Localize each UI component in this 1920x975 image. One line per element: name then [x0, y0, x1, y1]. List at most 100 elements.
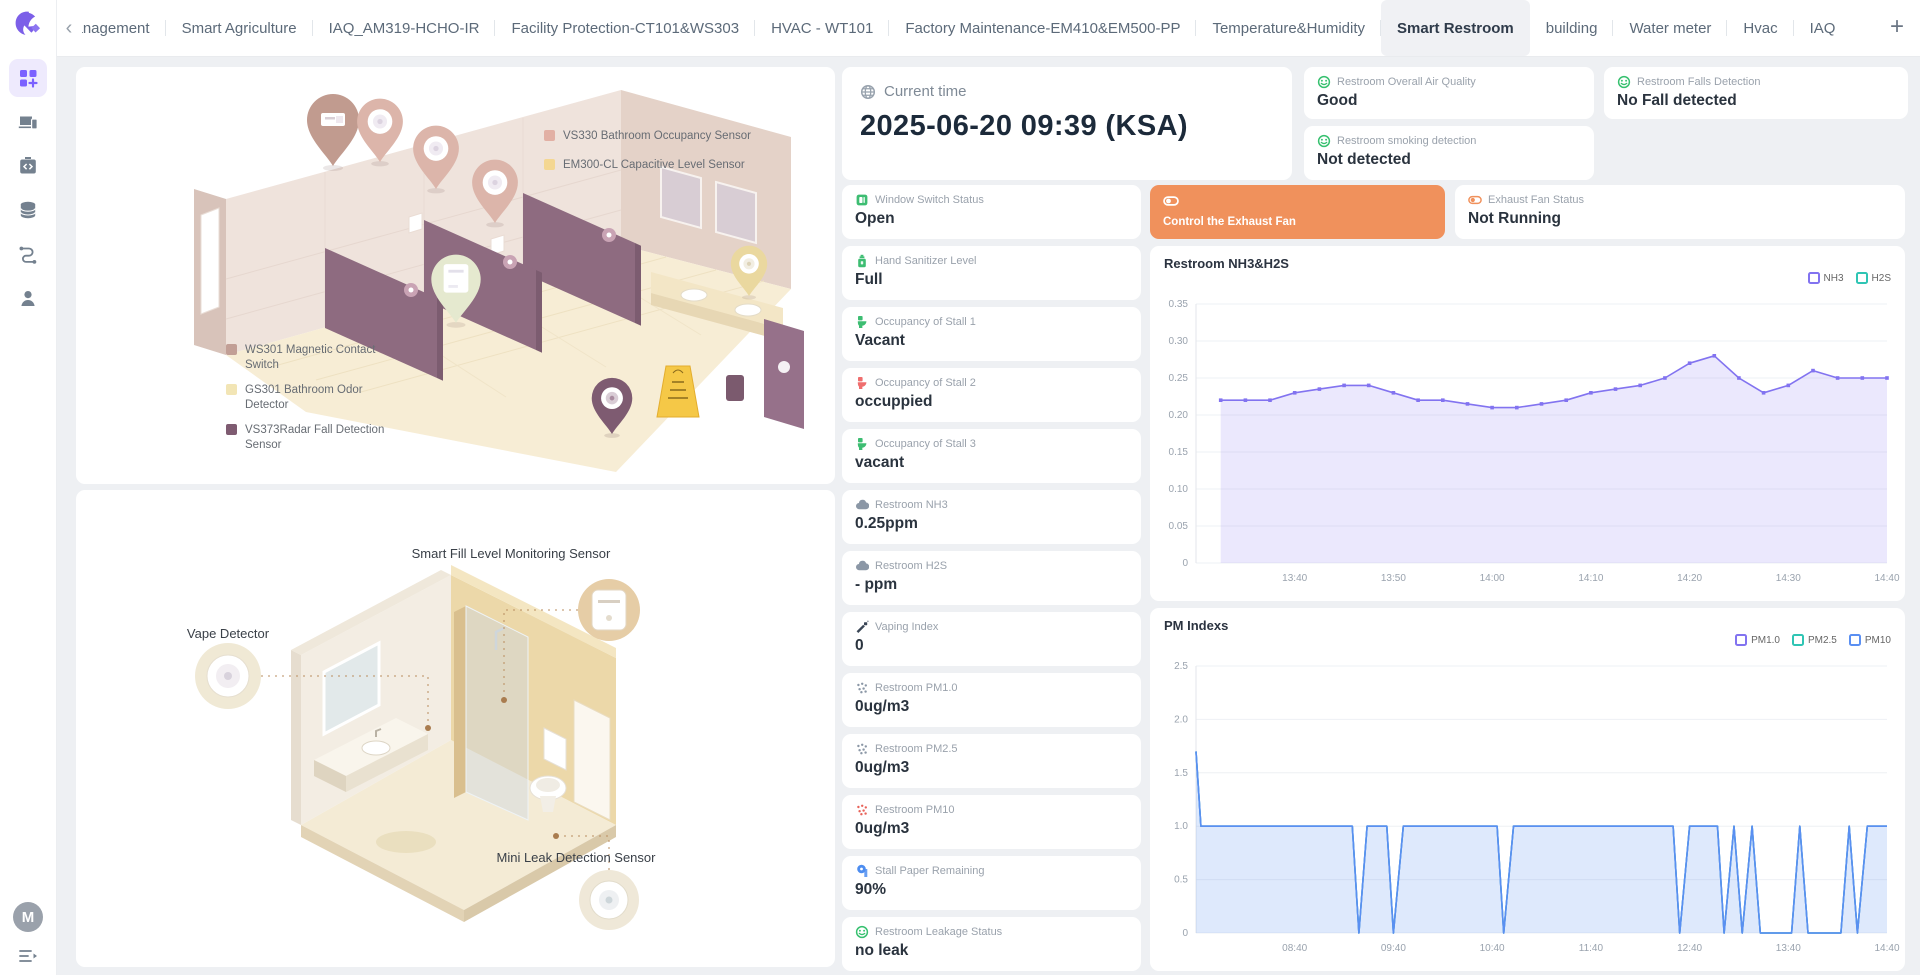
stall-detail-illustration — [76, 490, 835, 967]
svg-text:0.05: 0.05 — [1169, 521, 1189, 532]
pm-icon — [855, 803, 869, 817]
tab-management[interactable]: Management — [82, 0, 166, 56]
sidebar-item-devices[interactable] — [9, 103, 47, 141]
smart-restroom-dashboard: M ‹ Management Smart Agriculture IAQ_AM3… — [0, 0, 1920, 975]
smiley-icon — [1317, 134, 1331, 148]
svg-text:13:50: 13:50 — [1381, 573, 1406, 584]
svg-text:09:40: 09:40 — [1381, 943, 1406, 954]
svg-text:1.5: 1.5 — [1174, 768, 1188, 779]
svg-text:0: 0 — [1182, 928, 1188, 939]
pm-icon — [855, 742, 869, 756]
svg-text:2.5: 2.5 — [1174, 661, 1188, 672]
status-card-window-switch-status: Window Switch Status Open — [842, 185, 1141, 239]
toilet-icon — [855, 376, 869, 390]
tab-temperature-humidity[interactable]: Temperature&Humidity — [1196, 0, 1381, 56]
legend-marker — [1856, 272, 1868, 284]
tab-smart-agriculture[interactable]: Smart Agriculture — [166, 0, 313, 56]
chart-title: Restroom NH3&H2S — [1164, 256, 1289, 271]
stall-detail-panel: Smart Fill Level Monitoring Sensor Vape … — [76, 490, 835, 967]
legend-marker — [1849, 634, 1861, 646]
tabs-scroll-left-button[interactable]: ‹ — [56, 0, 82, 56]
current-time-card: Current time 2025-06-20 09:39 (KSA) — [842, 67, 1292, 180]
legend-swatch — [544, 159, 555, 170]
collapse-sidebar-icon[interactable] — [17, 945, 39, 967]
status-card-occupancy-of-stall-1: Occupancy of Stall 1 Vacant — [842, 307, 1141, 361]
svg-text:08:40: 08:40 — [1282, 943, 1307, 954]
globe-icon — [860, 84, 876, 100]
tab-hvac[interactable]: Hvac — [1727, 0, 1793, 56]
sidebar-nav — [9, 56, 47, 320]
sidebar: M — [0, 0, 57, 975]
toilet-icon — [855, 315, 869, 329]
current-time-header: Current time — [860, 83, 1274, 100]
fill-level-sensor-label: Smart Fill Level Monitoring Sensor — [361, 546, 661, 561]
status-card-vaping-index: Vaping Index 0 — [842, 612, 1141, 666]
user-icon — [17, 287, 39, 309]
magnetic-contact-pin — [307, 94, 359, 171]
toggle-icon — [1468, 193, 1482, 207]
tab-facility-protection-ct101-ws303[interactable]: Facility Protection-CT101&WS303 — [495, 0, 755, 56]
chart-legend: NH3 H2S — [1808, 272, 1891, 284]
legend-item-nh3[interactable]: NH3 — [1808, 272, 1844, 284]
app-logo[interactable] — [11, 8, 45, 42]
sidebar-item-data[interactable] — [9, 191, 47, 229]
svg-text:2.0: 2.0 — [1174, 714, 1188, 725]
svg-text:0.20: 0.20 — [1169, 410, 1189, 421]
content: VS330 Bathroom Occupancy Sensor EM300-CL… — [56, 56, 1920, 975]
dashboard-grid-icon — [17, 67, 39, 89]
smiley-icon — [855, 925, 869, 939]
falls-detection-value: No Fall detected — [1617, 92, 1895, 110]
tab-building[interactable]: building — [1530, 0, 1614, 56]
legend-em300-cl-capacitive-level-sensor: EM300-CL Capacitive Level Sensor — [544, 158, 751, 173]
vape-detector-label: Vape Detector — [158, 626, 298, 641]
svg-text:14:00: 14:00 — [1480, 573, 1505, 584]
legend-marker — [1792, 634, 1804, 646]
sidebar-item-applications[interactable] — [9, 147, 47, 185]
tab-iaq[interactable]: IAQ — [1794, 0, 1852, 56]
legend-item-h2s[interactable]: H2S — [1856, 272, 1891, 284]
legend-item-pm2-5[interactable]: PM2.5 — [1792, 634, 1837, 646]
sidebar-item-users[interactable] — [9, 279, 47, 317]
sensor-legend-bottom: WS301 Magnetic Contact Switch GS301 Bath… — [226, 343, 386, 453]
status-card-hand-sanitizer-level: Hand Sanitizer Level Full — [842, 246, 1141, 300]
svg-text:0.30: 0.30 — [1169, 336, 1189, 347]
add-dashboard-button[interactable]: + — [1874, 0, 1920, 56]
status-card-stall-paper-remaining: Stall Paper Remaining 90% — [842, 856, 1141, 910]
legend-item-pm1-0[interactable]: PM1.0 — [1735, 634, 1780, 646]
smiley-icon — [1617, 75, 1631, 89]
legend-item-pm10[interactable]: PM10 — [1849, 634, 1891, 646]
legend-swatch — [226, 384, 237, 395]
control-exhaust-fan-button[interactable]: Control the Exhaust Fan — [1150, 185, 1445, 239]
legend-ws301-magnetic-contact-switch: WS301 Magnetic Contact Switch — [226, 343, 386, 373]
svg-text:14:40: 14:40 — [1874, 573, 1899, 584]
svg-text:0: 0 — [1182, 558, 1188, 569]
legend-gs301-bathroom-odor-detector: GS301 Bathroom Odor Detector — [226, 383, 386, 413]
svg-text:0.5: 0.5 — [1174, 875, 1188, 886]
sidebar-bottom: M — [0, 902, 56, 967]
sidebar-item-workflow[interactable] — [9, 235, 47, 273]
tab-water-meter[interactable]: Water meter — [1613, 0, 1727, 56]
chart-legend: PM1.0 PM2.5 PM10 — [1735, 634, 1891, 646]
tab-iaq-am319-hcho-ir[interactable]: IAQ_AM319-HCHO-IR — [313, 0, 496, 56]
toggle-icon — [1163, 193, 1179, 209]
sidebar-item-dashboard[interactable] — [9, 59, 47, 97]
svg-text:10:40: 10:40 — [1480, 943, 1505, 954]
status-card-occupancy-of-stall-2: Occupancy of Stall 2 occuppied — [842, 368, 1141, 422]
legend-vs330-bathroom-occupancy-sensor: VS330 Bathroom Occupancy Sensor — [544, 129, 751, 144]
tab-factory-maintenance-em410-em500-pp[interactable]: Factory Maintenance-EM410&EM500-PP — [889, 0, 1196, 56]
svg-text:0.35: 0.35 — [1169, 299, 1189, 310]
tab-hvac-wt101[interactable]: HVAC - WT101 — [755, 0, 889, 56]
nh3-h2s-plot: 00.050.100.150.200.250.300.3513:4013:501… — [1150, 290, 1905, 597]
svg-text:14:40: 14:40 — [1874, 943, 1899, 954]
nh3-h2s-chart-card: Restroom NH3&H2S NH3H2S 00.050.100.150.2… — [1150, 246, 1905, 601]
code-box-icon — [17, 155, 39, 177]
tab-smart-restroom[interactable]: Smart Restroom — [1381, 0, 1530, 56]
restroom-overview-panel: VS330 Bathroom Occupancy Sensor EM300-CL… — [76, 67, 835, 484]
status-card-restroom-h2s: Restroom H2S - ppm — [842, 551, 1141, 605]
sanitizer-icon — [855, 254, 869, 268]
sensor-legend-right: VS330 Bathroom Occupancy Sensor EM300-CL… — [544, 129, 751, 173]
avatar[interactable]: M — [13, 902, 43, 932]
exhaust-fan-status-value: Not Running — [1468, 210, 1892, 228]
cloud-icon — [855, 559, 869, 573]
exhaust-fan-status-card: Exhaust Fan Status Not Running — [1455, 185, 1905, 239]
